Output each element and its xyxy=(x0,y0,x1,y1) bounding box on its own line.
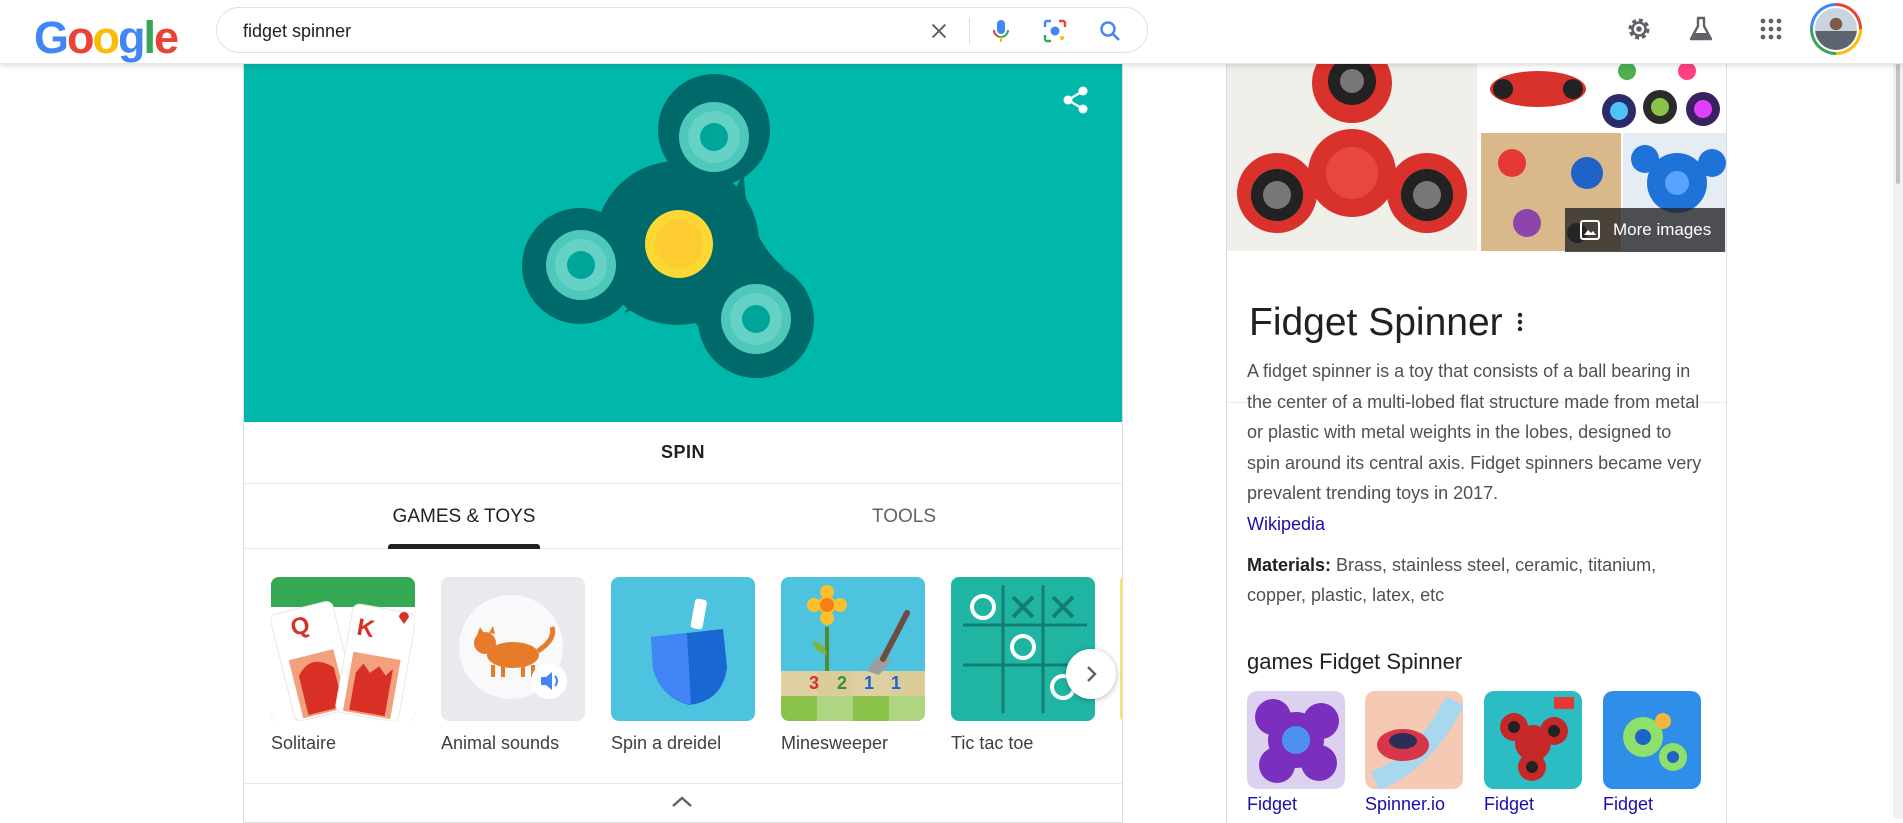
game-label: Animal sounds xyxy=(441,733,560,753)
games-carousel: Q K Solitaire Animal sounds Spin a dreid… xyxy=(244,549,1122,769)
game-label: Tic tac toe xyxy=(951,733,1034,753)
search-icon[interactable] xyxy=(1095,16,1125,46)
tic-tac-toe-thumbnail xyxy=(951,577,1095,721)
game-label: Solitaire xyxy=(271,733,337,753)
next-game-peek xyxy=(1120,577,1122,721)
kp-description: A fidget spinner is a toy that consists … xyxy=(1247,356,1709,539)
mine-count-cell: 1 xyxy=(891,673,902,693)
tab-games-toys[interactable]: GAMES & TOYS xyxy=(364,485,564,549)
kp-title: Fidget Spinner xyxy=(1249,301,1503,344)
carousel-next-button[interactable] xyxy=(1066,649,1116,699)
image-icon xyxy=(1580,220,1600,240)
game-label: Minesweeper xyxy=(781,733,889,753)
materials-label: Materials: xyxy=(1247,555,1332,575)
game-animal-sounds[interactable]: Animal sounds xyxy=(441,577,585,754)
more-images-label: More images xyxy=(1613,220,1712,239)
logo-letter: l xyxy=(143,12,156,63)
wikipedia-link[interactable]: Wikipedia xyxy=(1247,514,1325,534)
minesweeper-thumbnail: 3 2 1 1 xyxy=(781,577,925,721)
search-input[interactable] xyxy=(243,18,883,44)
kp-game-thumbnail xyxy=(1247,691,1345,789)
spinner-canvas[interactable] xyxy=(244,63,1122,422)
search-box[interactable] xyxy=(216,7,1148,53)
settings-icon[interactable] xyxy=(1622,12,1656,46)
kp-game-thumbnail xyxy=(1484,691,1582,789)
scrollbar-thumb[interactable] xyxy=(1896,64,1900,184)
logo-letter: g xyxy=(118,12,145,63)
apps-icon[interactable] xyxy=(1754,12,1788,46)
labs-icon[interactable] xyxy=(1684,12,1718,46)
kp-game-label: Fidget xyxy=(1603,794,1654,814)
kp-game-label: Spinner.io xyxy=(1365,794,1446,814)
lens-icon[interactable] xyxy=(1040,16,1070,46)
tab-label: TOOLS xyxy=(871,506,937,527)
spin-label: SPIN xyxy=(660,442,705,462)
clear-icon[interactable] xyxy=(924,16,954,46)
mic-icon[interactable] xyxy=(986,16,1016,46)
account-avatar[interactable] xyxy=(1810,3,1862,55)
avatar-photo xyxy=(1815,8,1857,50)
fidget-spinner-graphic[interactable] xyxy=(244,63,1122,422)
fidget-spinner-card: SPIN GAMES & TOYS TOOLS Q K Solitaire An… xyxy=(243,63,1123,823)
kp-description-text: A fidget spinner is a toy that consists … xyxy=(1247,361,1702,503)
logo-letter: G xyxy=(34,12,69,63)
kp-game-label: Fidget xyxy=(1247,794,1298,814)
kp-materials: Materials: Brass, stainless steel, ceram… xyxy=(1247,550,1709,610)
kp-game-item[interactable]: Fidget xyxy=(1484,691,1584,815)
more-images-button[interactable]: More images xyxy=(1565,208,1725,252)
kp-game-thumbnail xyxy=(1365,691,1463,789)
kp-game-item[interactable]: Fidget xyxy=(1247,691,1347,815)
mine-count-cell: 3 xyxy=(809,673,820,693)
kp-games-heading: games Fidget Spinner xyxy=(1247,649,1463,674)
tab-tools[interactable]: TOOLS xyxy=(804,485,1004,549)
game-label: Spin a dreidel xyxy=(611,733,722,753)
game-spin-a-dreidel[interactable]: Spin a dreidel xyxy=(611,577,755,754)
kp-game-item[interactable]: Fidget xyxy=(1603,691,1703,815)
kp-image-grid[interactable]: More images xyxy=(1227,43,1726,252)
mine-count-cell: 1 xyxy=(864,673,875,693)
logo-letter: o xyxy=(92,12,120,63)
search-divider xyxy=(969,18,970,44)
top-bar: Google xyxy=(0,0,1903,64)
animal-sounds-thumbnail xyxy=(441,577,585,721)
category-tabs: GAMES & TOYS TOOLS xyxy=(244,485,1122,549)
tab-label: GAMES & TOYS xyxy=(392,506,536,527)
logo-letter: e xyxy=(154,12,179,63)
collapse-row[interactable] xyxy=(244,783,1122,823)
mine-count-cell: 2 xyxy=(837,673,848,693)
logo-letter: o xyxy=(67,12,94,63)
share-icon[interactable] xyxy=(1059,83,1093,117)
kp-game-thumbnail xyxy=(1603,691,1701,789)
dreidel-thumbnail xyxy=(611,577,755,721)
kp-game-label: Fidget xyxy=(1484,794,1535,814)
more-options-icon[interactable] xyxy=(1515,311,1525,338)
spin-button[interactable]: SPIN xyxy=(244,422,1122,484)
solitaire-thumbnail: Q K xyxy=(271,577,415,721)
chevron-up-icon[interactable] xyxy=(670,794,694,810)
kp-game-item[interactable]: Spinner.io xyxy=(1365,691,1465,815)
game-minesweeper[interactable]: 3 2 1 1 Minesweeper xyxy=(781,577,925,754)
chevron-right-icon xyxy=(1087,666,1097,682)
google-logo[interactable]: Google xyxy=(34,12,179,64)
knowledge-panel: More images Fidget Spinner A fidget spin… xyxy=(1226,43,1727,823)
game-solitaire[interactable]: Q K Solitaire xyxy=(271,577,415,754)
